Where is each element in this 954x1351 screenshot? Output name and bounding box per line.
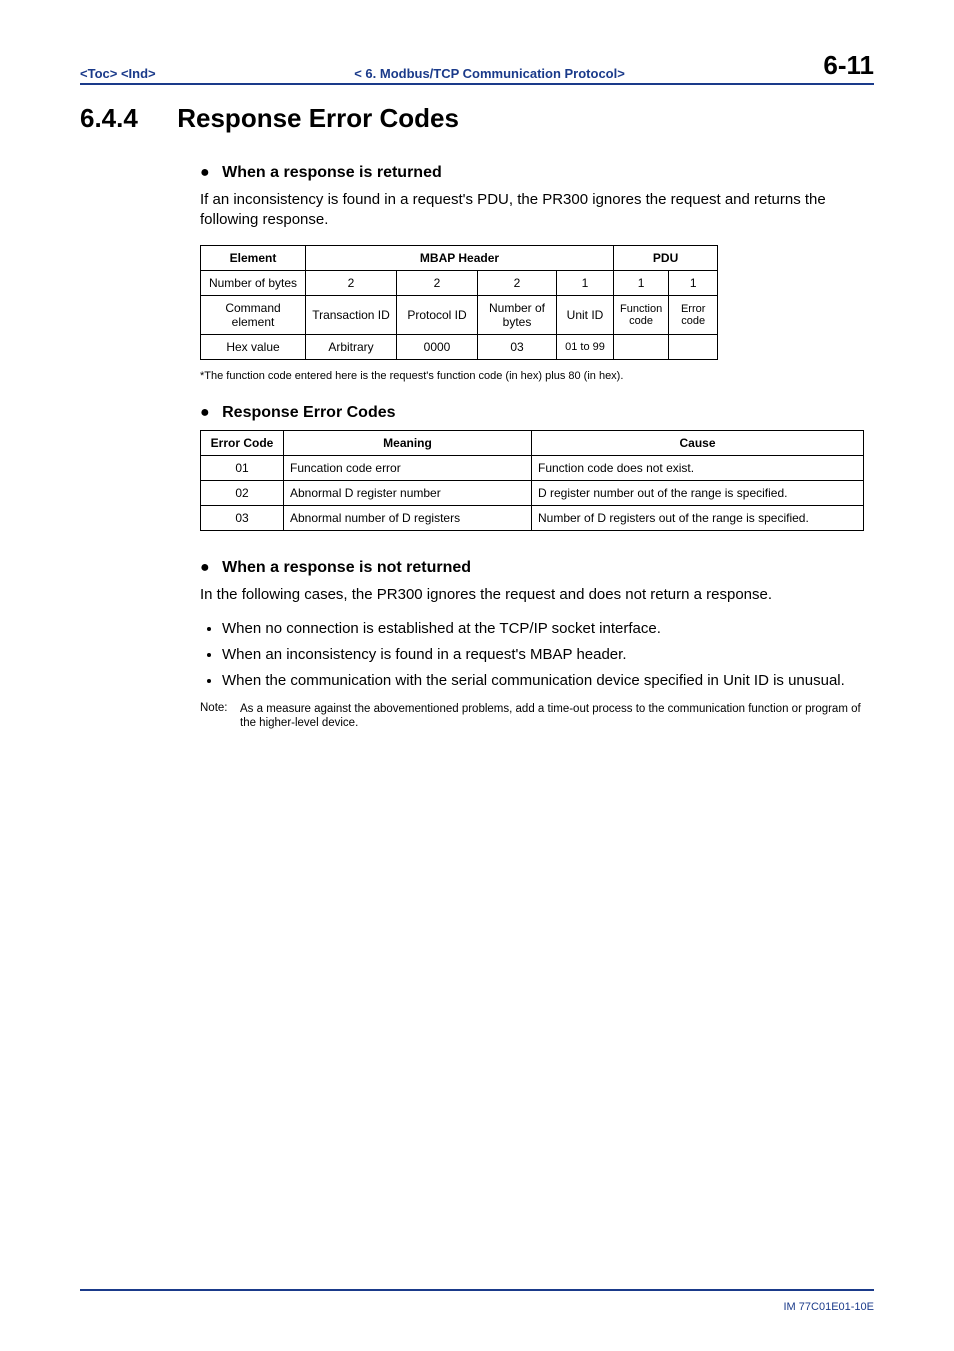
note-text: As a measure against the abovementioned … xyxy=(240,702,864,732)
footer-doc-id: IM 77C01E01-10E xyxy=(784,1301,875,1313)
cell: 03 xyxy=(201,505,284,530)
cell: Transaction ID xyxy=(306,295,397,334)
subheading-returned: ● When a response is returned xyxy=(200,164,864,182)
bullet-icon: ● xyxy=(200,164,210,181)
table-row: 01 Funcation code error Function code do… xyxy=(201,455,864,480)
footer-rule xyxy=(80,1289,874,1291)
cell: 01 to 99 xyxy=(557,334,614,359)
cell: Abnormal number of D registers xyxy=(284,505,532,530)
cell: 1 xyxy=(557,270,614,295)
table-row: Element MBAP Header PDU xyxy=(201,245,718,270)
subheading-not-returned-text: When a response is not returned xyxy=(222,559,471,576)
th-cause: Cause xyxy=(532,430,864,455)
bullet-icon: ● xyxy=(200,559,210,576)
page-title: 6.4.4 Response Error Codes xyxy=(80,103,874,134)
list-item: When the communication with the serial c… xyxy=(222,671,864,691)
table-row: 03 Abnormal number of D registers Number… xyxy=(201,505,864,530)
note: Note: As a measure against the abovement… xyxy=(200,702,864,732)
th-meaning: Meaning xyxy=(284,430,532,455)
bullet-icon: ● xyxy=(200,404,210,421)
cell xyxy=(669,334,718,359)
section-number: 6.4.4 xyxy=(80,103,170,134)
cell: 2 xyxy=(306,270,397,295)
th-element: Element xyxy=(201,245,306,270)
ind-link[interactable]: <Ind> xyxy=(121,66,156,81)
list-item: When no connection is established at the… xyxy=(222,619,864,639)
th-code: Error Code xyxy=(201,430,284,455)
cell: Funcation code error xyxy=(284,455,532,480)
cell: 1 xyxy=(614,270,669,295)
sec3-list: When no connection is established at the… xyxy=(222,619,864,692)
row-label: Hex value xyxy=(201,334,306,359)
subheading-returned-text: When a response is returned xyxy=(222,164,442,181)
section-title-text: Response Error Codes xyxy=(177,103,459,133)
sec3-body: In the following cases, the PR300 ignore… xyxy=(200,585,864,605)
cell: Number of bytes xyxy=(478,295,557,334)
cell: D register number out of the range is sp… xyxy=(532,480,864,505)
cell: Protocol ID xyxy=(397,295,478,334)
error-codes-table: Error Code Meaning Cause 01 Funcation co… xyxy=(200,430,864,531)
subheading-not-returned: ● When a response is not returned xyxy=(200,559,864,577)
cell: 1 xyxy=(669,270,718,295)
breadcrumb[interactable]: < 6. Modbus/TCP Communication Protocol> xyxy=(354,66,625,81)
page-header: <Toc> <Ind> < 6. Modbus/TCP Communicatio… xyxy=(80,50,874,85)
cell: 0000 xyxy=(397,334,478,359)
page-number: 6-11 xyxy=(823,50,874,81)
cell xyxy=(614,334,669,359)
cell: 2 xyxy=(478,270,557,295)
cell: Function code xyxy=(614,295,669,334)
table-row: 02 Abnormal D register number D register… xyxy=(201,480,864,505)
table-row: Command element Transaction ID Protocol … xyxy=(201,295,718,334)
cell: 2 xyxy=(397,270,478,295)
mbap-table: Element MBAP Header PDU Number of bytes … xyxy=(200,245,718,360)
cell: 01 xyxy=(201,455,284,480)
header-nav: <Toc> <Ind> xyxy=(80,66,156,81)
table-row: Error Code Meaning Cause xyxy=(201,430,864,455)
cell: Number of D registers out of the range i… xyxy=(532,505,864,530)
subheading-error-codes: ● Response Error Codes xyxy=(200,404,864,422)
row-label: Command element xyxy=(201,295,306,334)
cell: Unit ID xyxy=(557,295,614,334)
cell: Function code does not exist. xyxy=(532,455,864,480)
note-label: Note: xyxy=(200,702,240,732)
table-footnote: *The function code entered here is the r… xyxy=(200,370,864,382)
th-mbap: MBAP Header xyxy=(306,245,614,270)
sec1-body: If an inconsistency is found in a reques… xyxy=(200,190,864,231)
table-row: Number of bytes 2 2 2 1 1 1 xyxy=(201,270,718,295)
cell: Abnormal D register number xyxy=(284,480,532,505)
cell: 03 xyxy=(478,334,557,359)
row-label: Number of bytes xyxy=(201,270,306,295)
table-row: Hex value Arbitrary 0000 03 01 to 99 xyxy=(201,334,718,359)
th-pdu: PDU xyxy=(614,245,718,270)
cell: Arbitrary xyxy=(306,334,397,359)
subheading-error-codes-text: Response Error Codes xyxy=(222,404,395,421)
cell: 02 xyxy=(201,480,284,505)
cell: Error code xyxy=(669,295,718,334)
toc-link[interactable]: <Toc> xyxy=(80,66,117,81)
list-item: When an inconsistency is found in a requ… xyxy=(222,645,864,665)
